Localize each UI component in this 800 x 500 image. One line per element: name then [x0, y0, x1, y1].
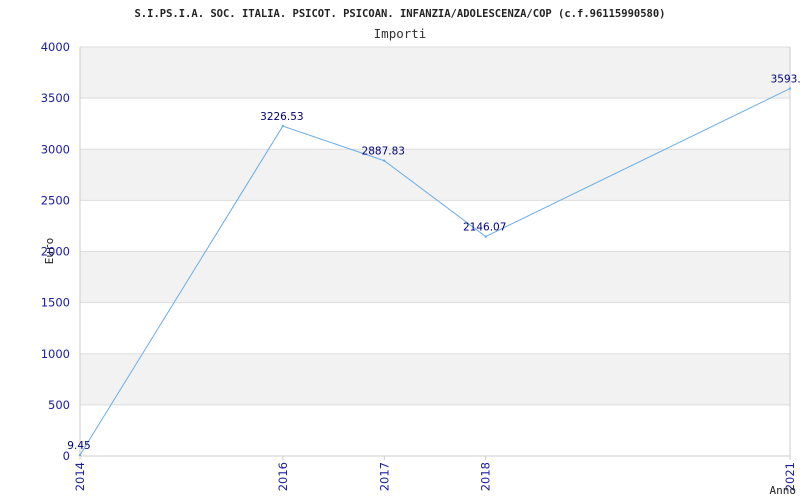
data-label: 3226.53	[260, 111, 303, 123]
x-tick-label: 2014	[73, 462, 87, 491]
x-axis-ticks: 2014 2016 2017 2018 2021	[73, 456, 797, 491]
data-label: 2887.83	[362, 146, 405, 158]
x-tick-label: 2017	[377, 462, 391, 491]
x-tick-label: 2018	[479, 462, 493, 491]
grid-band	[80, 353, 790, 405]
grid-band	[80, 47, 790, 99]
y-tick-label: 1000	[41, 347, 70, 361]
chart-subtitle: Importi	[374, 26, 427, 41]
y-tick-label: 3500	[41, 91, 70, 105]
y-axis-title: Euro	[43, 238, 56, 265]
y-tick-label: 500	[48, 398, 70, 412]
line-chart: S.I.PS.I.A. SOC. ITALIA. PSICOT. PSICOAN…	[41, 8, 800, 497]
data-label: 3593.9	[771, 74, 800, 86]
y-tick-label: 3000	[41, 142, 70, 156]
y-tick-label: 2500	[41, 193, 70, 207]
data-point	[383, 159, 386, 162]
chart-title: S.I.PS.I.A. SOC. ITALIA. PSICOT. PSICOAN…	[134, 8, 665, 20]
x-axis-title: Anno	[770, 484, 797, 497]
x-tick-label: 2016	[276, 462, 290, 491]
grid-band	[80, 251, 790, 303]
y-tick-label: 4000	[41, 40, 70, 54]
y-tick-label: 1500	[41, 296, 70, 310]
data-point	[484, 235, 487, 238]
data-point	[78, 453, 82, 457]
data-label: 2146.07	[463, 222, 506, 234]
data-label: 9.45	[67, 440, 90, 452]
background-bands	[80, 47, 790, 405]
data-point	[788, 87, 792, 90]
data-point	[281, 124, 285, 128]
grid-band	[80, 149, 790, 201]
